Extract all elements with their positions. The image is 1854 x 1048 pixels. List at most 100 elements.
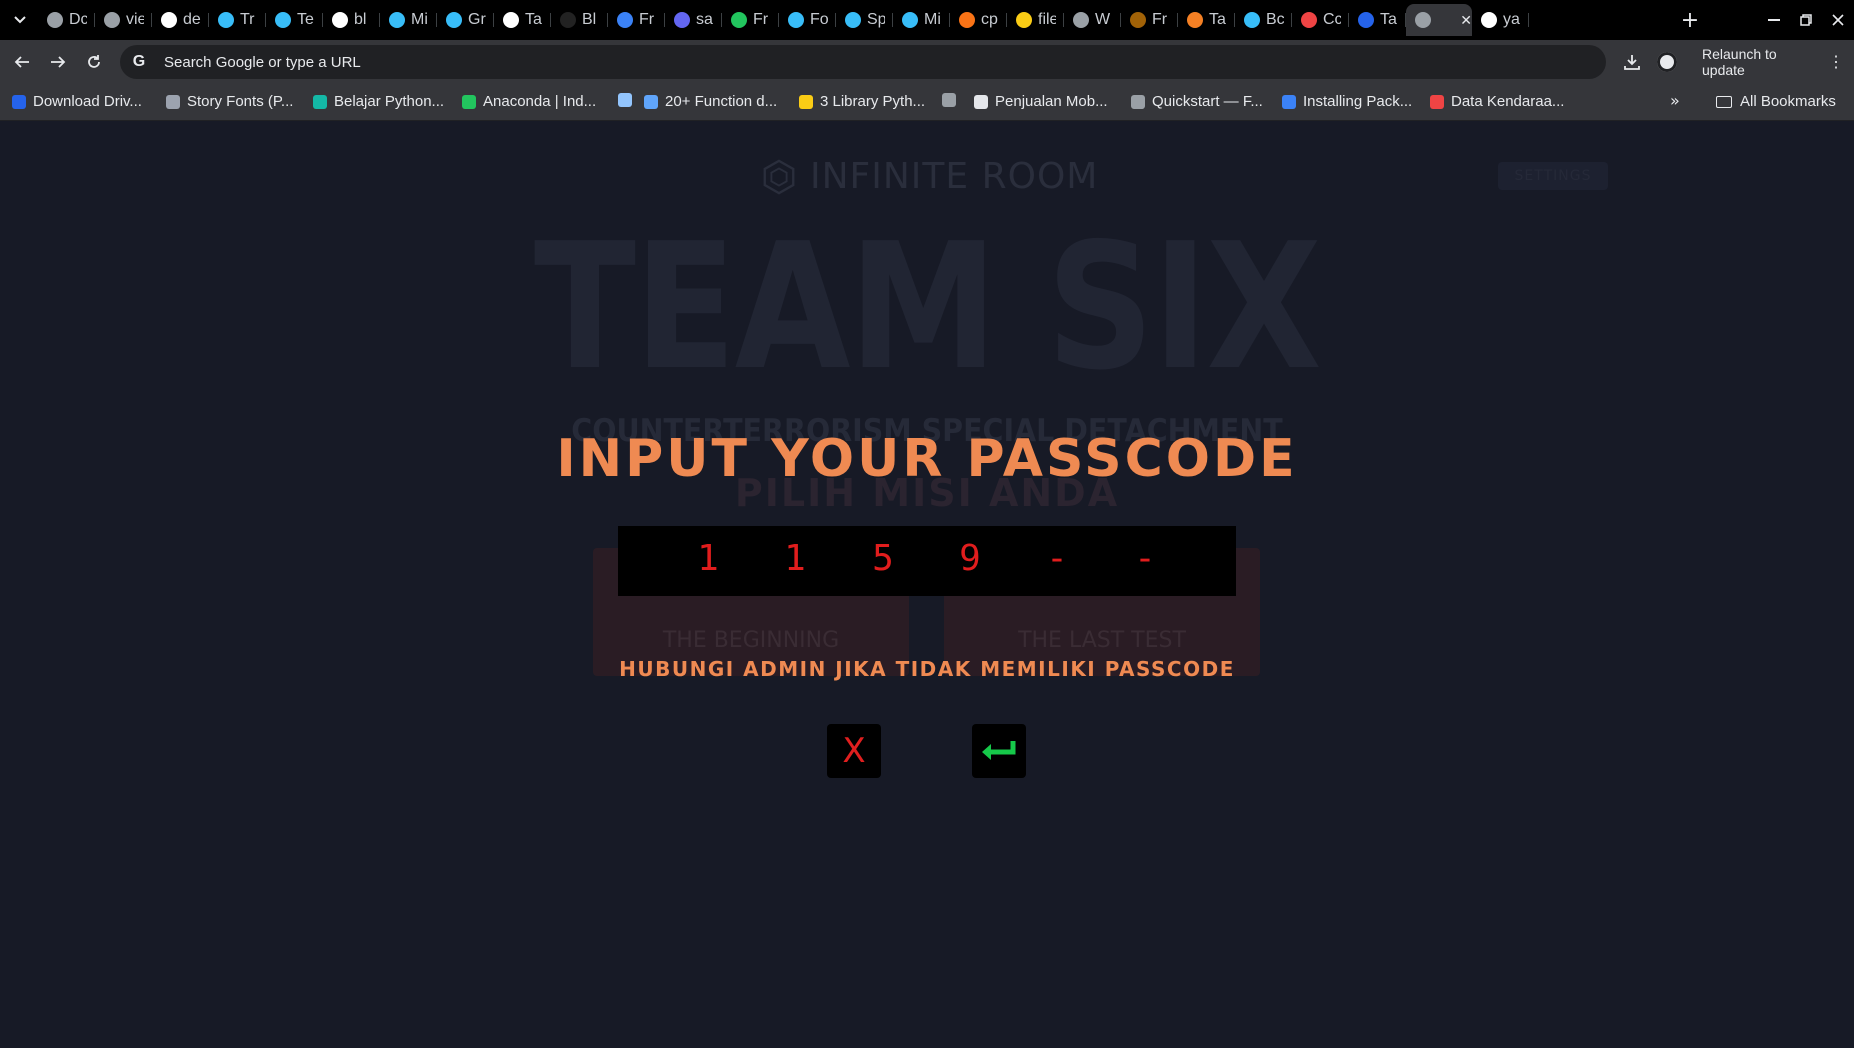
bookmark-item[interactable]: Belajar Python... bbox=[313, 93, 444, 110]
tab-title: Ta bbox=[1209, 11, 1226, 28]
cancel-x-label: X bbox=[842, 731, 866, 771]
bookmark-favicon-icon bbox=[974, 94, 988, 109]
tailwind-icon bbox=[902, 12, 918, 28]
bookmark-item[interactable]: 3 Library Pyth... bbox=[799, 93, 925, 110]
relaunch-label: Relaunch to update bbox=[1702, 46, 1777, 78]
cube-logo-icon bbox=[763, 158, 795, 195]
bookmark-favicon-icon bbox=[462, 94, 476, 109]
bookmark-item[interactable]: 20+ Function d... bbox=[644, 93, 777, 110]
tab-title: Ta bbox=[1380, 11, 1397, 28]
browser-tab[interactable]: Ta bbox=[1178, 4, 1235, 36]
tab-title: Ta bbox=[525, 11, 542, 28]
bookmark-label: 3 Library Pyth... bbox=[820, 93, 926, 110]
close-tab-icon[interactable]: ✕ bbox=[1460, 12, 1472, 29]
tailwind-icon bbox=[845, 12, 861, 28]
tab-title: file bbox=[1038, 11, 1056, 28]
more-vert-icon[interactable]: ⋮ bbox=[1828, 52, 1844, 72]
game-page: INFINITE ROOM SETTINGS TEAM SIX COUNTERT… bbox=[0, 121, 1854, 1048]
browser-tab[interactable]: Fr bbox=[608, 4, 665, 36]
bookmark-item[interactable]: Penjualan Mob... bbox=[974, 93, 1108, 110]
bookmark-label: Belajar Python... bbox=[334, 93, 445, 110]
settings-button: SETTINGS bbox=[1498, 162, 1608, 190]
browser-tab[interactable]: Fr bbox=[722, 4, 779, 36]
profile-avatar[interactable] bbox=[1657, 52, 1677, 72]
browser-tab[interactable]: ✕ bbox=[1406, 4, 1472, 36]
cap-icon bbox=[1130, 12, 1146, 28]
download-icon[interactable] bbox=[1620, 50, 1644, 74]
bookmark-favicon-icon bbox=[644, 94, 658, 109]
browser-tab[interactable]: Ta bbox=[1349, 4, 1406, 36]
browser-tab[interactable]: Mi bbox=[380, 4, 437, 36]
back-arrow-icon[interactable] bbox=[8, 48, 36, 76]
bookmark-item[interactable] bbox=[942, 93, 963, 107]
passcode-digit-6: - bbox=[1134, 538, 1156, 579]
tab-title: Sp bbox=[867, 11, 885, 28]
browser-tab[interactable]: Bc bbox=[1235, 4, 1292, 36]
passcode-display[interactable]: 1 1 5 9 - - bbox=[618, 526, 1236, 596]
bookmark-item[interactable]: Data Kendaraa... bbox=[1430, 93, 1564, 110]
restore-icon[interactable] bbox=[1790, 0, 1822, 40]
openai-icon bbox=[503, 12, 519, 28]
browser-tab[interactable]: de bbox=[152, 4, 209, 36]
blue-icon bbox=[1358, 12, 1374, 28]
all-bookmarks-button[interactable]: All Bookmarks bbox=[1716, 93, 1836, 110]
browser-tab[interactable]: file bbox=[1007, 4, 1064, 36]
bookmarks-bar: Download Driv... Story Fonts (P... Belajar… bbox=[0, 84, 1854, 121]
browser-tab[interactable]: Fo bbox=[779, 4, 836, 36]
tab-title: Gr bbox=[468, 11, 486, 28]
bookmark-item[interactable]: Installing Pack... bbox=[1282, 93, 1412, 110]
tab-search-chevron-icon[interactable] bbox=[8, 8, 32, 32]
tab-title: ya bbox=[1503, 11, 1520, 28]
bookmark-item[interactable]: Quickstart — F... bbox=[1131, 93, 1263, 110]
browser-tab[interactable]: Fr bbox=[1121, 4, 1178, 36]
reload-icon[interactable] bbox=[80, 48, 108, 76]
cancel-button[interactable]: X bbox=[827, 724, 881, 778]
bookmarks-overflow-icon[interactable]: » bbox=[1670, 91, 1680, 110]
forward-arrow-icon[interactable] bbox=[44, 48, 72, 76]
bookmark-favicon-icon bbox=[1282, 94, 1296, 109]
browser-tab[interactable]: vie bbox=[95, 4, 152, 36]
enter-button[interactable] bbox=[972, 724, 1026, 778]
browser-tab[interactable]: Ta bbox=[494, 4, 551, 36]
timer-icon bbox=[1016, 12, 1032, 28]
browser-tab[interactable]: Cc bbox=[1292, 4, 1349, 36]
omnibox-input[interactable] bbox=[162, 52, 1466, 72]
tab-title: sa bbox=[696, 11, 713, 28]
new-tab-plus-icon[interactable]: + bbox=[1676, 6, 1704, 34]
bookmark-label: Quickstart — F... bbox=[1152, 93, 1263, 110]
tab-list: Dc vie de Tr Te bl Mi Gr Ta Bl Fr sa Fr Fo Sp Mi cp file W… bbox=[38, 4, 1529, 36]
browser-tab[interactable]: Mi bbox=[893, 4, 950, 36]
bookmark-item[interactable]: Story Fonts (P... bbox=[166, 93, 293, 110]
bookmark-label: Data Kendaraa... bbox=[1451, 93, 1565, 110]
link-icon bbox=[959, 12, 975, 28]
passcode-digit-2: 1 bbox=[784, 538, 806, 579]
bookmark-favicon-icon bbox=[618, 93, 632, 107]
tab-title: Te bbox=[297, 11, 314, 28]
browser-tab[interactable]: cp bbox=[950, 4, 1007, 36]
all-bookmarks-label: All Bookmarks bbox=[1740, 93, 1836, 110]
address-bar[interactable]: G bbox=[120, 45, 1606, 79]
browser-tab[interactable]: W bbox=[1064, 4, 1121, 36]
window-controls bbox=[1758, 0, 1854, 40]
bookmark-label: Story Fonts (P... bbox=[187, 93, 294, 110]
browser-tab[interactable]: Tr bbox=[209, 4, 266, 36]
browser-tab[interactable]: Bl bbox=[551, 4, 608, 36]
minimize-icon[interactable] bbox=[1758, 0, 1790, 40]
close-window-icon[interactable] bbox=[1822, 0, 1854, 40]
bookmark-favicon-icon bbox=[942, 93, 956, 107]
browser-tab[interactable]: Gr bbox=[437, 4, 494, 36]
bookmark-label: Penjualan Mob... bbox=[995, 93, 1108, 110]
team-six-title: TEAM SIX bbox=[533, 206, 1322, 409]
bookmark-favicon-icon bbox=[1430, 94, 1444, 109]
browser-tab[interactable]: Dc bbox=[38, 4, 95, 36]
bookmark-item[interactable]: Anaconda | Ind... bbox=[462, 93, 596, 110]
browser-tab[interactable]: Te bbox=[266, 4, 323, 36]
browser-tab[interactable]: Sp bbox=[836, 4, 893, 36]
folder-icon bbox=[1716, 95, 1732, 108]
browser-tab[interactable]: sa bbox=[665, 4, 722, 36]
bookmark-item[interactable]: Download Driv... bbox=[12, 93, 142, 110]
browser-tab[interactable]: ya bbox=[1472, 4, 1529, 36]
relaunch-button[interactable]: Relaunch to update ⋮ bbox=[1692, 46, 1854, 78]
bookmark-item[interactable] bbox=[618, 93, 639, 107]
browser-tab[interactable]: bl bbox=[323, 4, 380, 36]
